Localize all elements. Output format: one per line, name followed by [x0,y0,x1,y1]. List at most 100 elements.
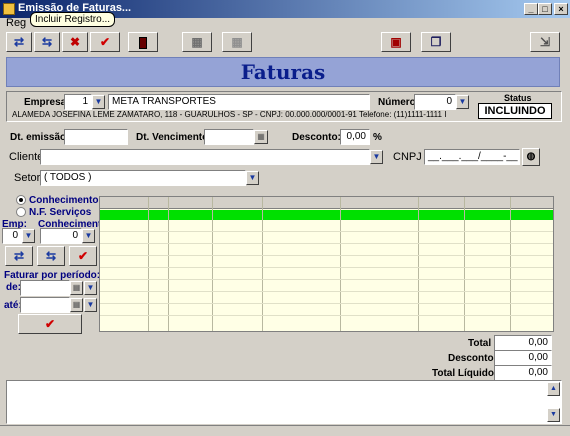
empresa-dropdown[interactable]: ▼ [92,95,105,109]
vencimento-calendar-button[interactable]: ▦ [254,130,268,144]
copy-doc-icon: ❐ [430,35,442,49]
calculator-icon [139,36,147,49]
close-button[interactable]: × [554,3,568,15]
chevron-down-icon: ▼ [86,283,95,292]
calculator-button[interactable] [128,32,158,52]
radio-conhecimento[interactable] [16,195,26,205]
add-record-button[interactable]: ⇄ [6,32,32,52]
cnpj-label: CNPJ [393,151,422,163]
edit-record-icon: ⇆ [45,249,57,263]
preview-button[interactable]: ▦ [222,32,252,52]
search-doc-button[interactable]: ▣ [381,32,411,52]
status-badge: INCLUINDO [478,103,552,119]
cnpj-input[interactable]: __.___.___/____-__ [424,149,520,165]
calendar-icon: ▦ [72,300,81,309]
edit-record-icon: ⇆ [41,35,53,49]
vencimento-label: Dt. Vencimento: [136,132,212,143]
periodo-ate-input[interactable] [20,297,70,313]
numero-label: Número [378,97,416,108]
numero-input[interactable]: 0 [414,94,456,110]
emp-dropdown[interactable]: ▼ [22,229,35,243]
emissao-label: Dt. emissão: [10,132,70,143]
total-value: 0,00 [494,335,552,351]
setor-dropdown[interactable]: ▼ [246,171,259,185]
confirm-item-button[interactable]: ✔ [69,246,97,266]
app-icon [3,3,15,15]
copy-doc-button[interactable]: ❐ [421,32,451,52]
check-icon: ✔ [77,249,89,263]
chevron-down-icon: ▼ [94,97,103,106]
check-icon: ✔ [99,35,111,49]
empresa-name-field: META TRANSPORTES [108,94,370,110]
printer-icon: ▦ [191,35,203,49]
page-banner: Faturas [6,57,560,87]
status-label: Status [504,93,532,103]
chevron-down-icon: ▼ [24,231,33,240]
maximize-button[interactable]: □ [538,3,552,15]
memo-scroll-up[interactable]: ▲ [547,382,560,396]
check-icon: ✔ [44,317,56,331]
remove-item-button[interactable]: ⇆ [37,246,65,266]
minimize-button[interactable]: _ [524,3,538,15]
edit-record-button[interactable]: ⇆ [34,32,60,52]
emp-input[interactable]: 0 [2,228,22,244]
total-desconto-value: 0,00 [494,350,552,366]
tooltip: Incluir Registro... [30,12,116,27]
total-liquido-label: Total Líquido [432,368,495,379]
menu-item-reg[interactable]: Reg [6,17,26,29]
invoice-grid[interactable] [99,196,554,332]
search-doc-icon: ▣ [390,35,402,49]
status-bar [0,425,570,436]
setor-label: Setor [14,172,41,184]
add-record-icon: ⇄ [13,35,25,49]
vencimento-input[interactable] [204,129,254,145]
confirm-button[interactable]: ✔ [90,32,120,52]
delete-icon: ✖ [69,35,81,49]
chevron-down-icon: ▼ [458,97,467,106]
total-label: Total [468,338,492,349]
cnpj-search-button[interactable]: ◍ [522,148,540,166]
chevron-down-icon: ▼ [84,231,93,240]
periodo-confirm-button[interactable]: ✔ [18,314,82,334]
exit-button[interactable]: ⇲ [530,32,560,52]
empresa-input[interactable]: 1 [64,94,92,110]
periodo-ate-calendar[interactable]: ▦ [70,298,83,312]
delete-button[interactable]: ✖ [62,32,88,52]
search-icon: ◍ [526,151,536,162]
emissao-input[interactable] [64,129,128,145]
cliente-dropdown[interactable]: ▼ [370,150,383,164]
page-title: Faturas [240,60,326,84]
exit-icon: ⇲ [539,35,551,49]
radio-nf-servicos[interactable] [16,207,26,217]
memo-scroll-down[interactable]: ▼ [547,408,560,422]
periodo-de-calendar[interactable]: ▦ [70,281,83,295]
numero-dropdown[interactable]: ▼ [456,95,469,109]
print-button[interactable]: ▦ [182,32,212,52]
conhecimento-dropdown[interactable]: ▼ [82,229,95,243]
chevron-down-icon: ▼ [372,152,381,161]
chevron-down-icon: ▼ [248,173,257,182]
de-label: de: [6,282,21,293]
chevron-down-icon: ▼ [86,300,95,309]
calendar-icon: ▦ [257,132,265,141]
notes-memo[interactable]: ▲ ▼ [6,380,562,424]
company-address: ALAMEDA JOSEFINA LEME ZAMATARO, 118 - GU… [12,110,447,119]
calendar-icon: ▦ [72,283,81,292]
add-item-button[interactable]: ⇄ [5,246,33,266]
conhecimento-input[interactable]: 0 [40,228,82,244]
cliente-label: Cliente [9,151,44,163]
total-liquido-value: 0,00 [494,365,552,381]
periodo-ate-dropdown[interactable]: ▼ [84,298,97,312]
cliente-input[interactable] [40,149,370,165]
setor-input[interactable]: ( TODOS ) [40,170,246,186]
radio-conhecimento-label: Conhecimento [29,195,99,206]
empresa-label: Empresa [24,97,67,108]
periodo-de-input[interactable] [20,280,70,296]
radio-nf-label: N.F. Serviços [29,207,92,218]
desconto-input[interactable]: 0,00 [340,129,370,145]
add-record-icon: ⇄ [13,249,25,263]
percent-label: % [373,132,382,143]
grid-icon: ▦ [231,35,243,49]
total-desconto-label: Desconto [448,353,494,364]
periodo-de-dropdown[interactable]: ▼ [84,281,97,295]
